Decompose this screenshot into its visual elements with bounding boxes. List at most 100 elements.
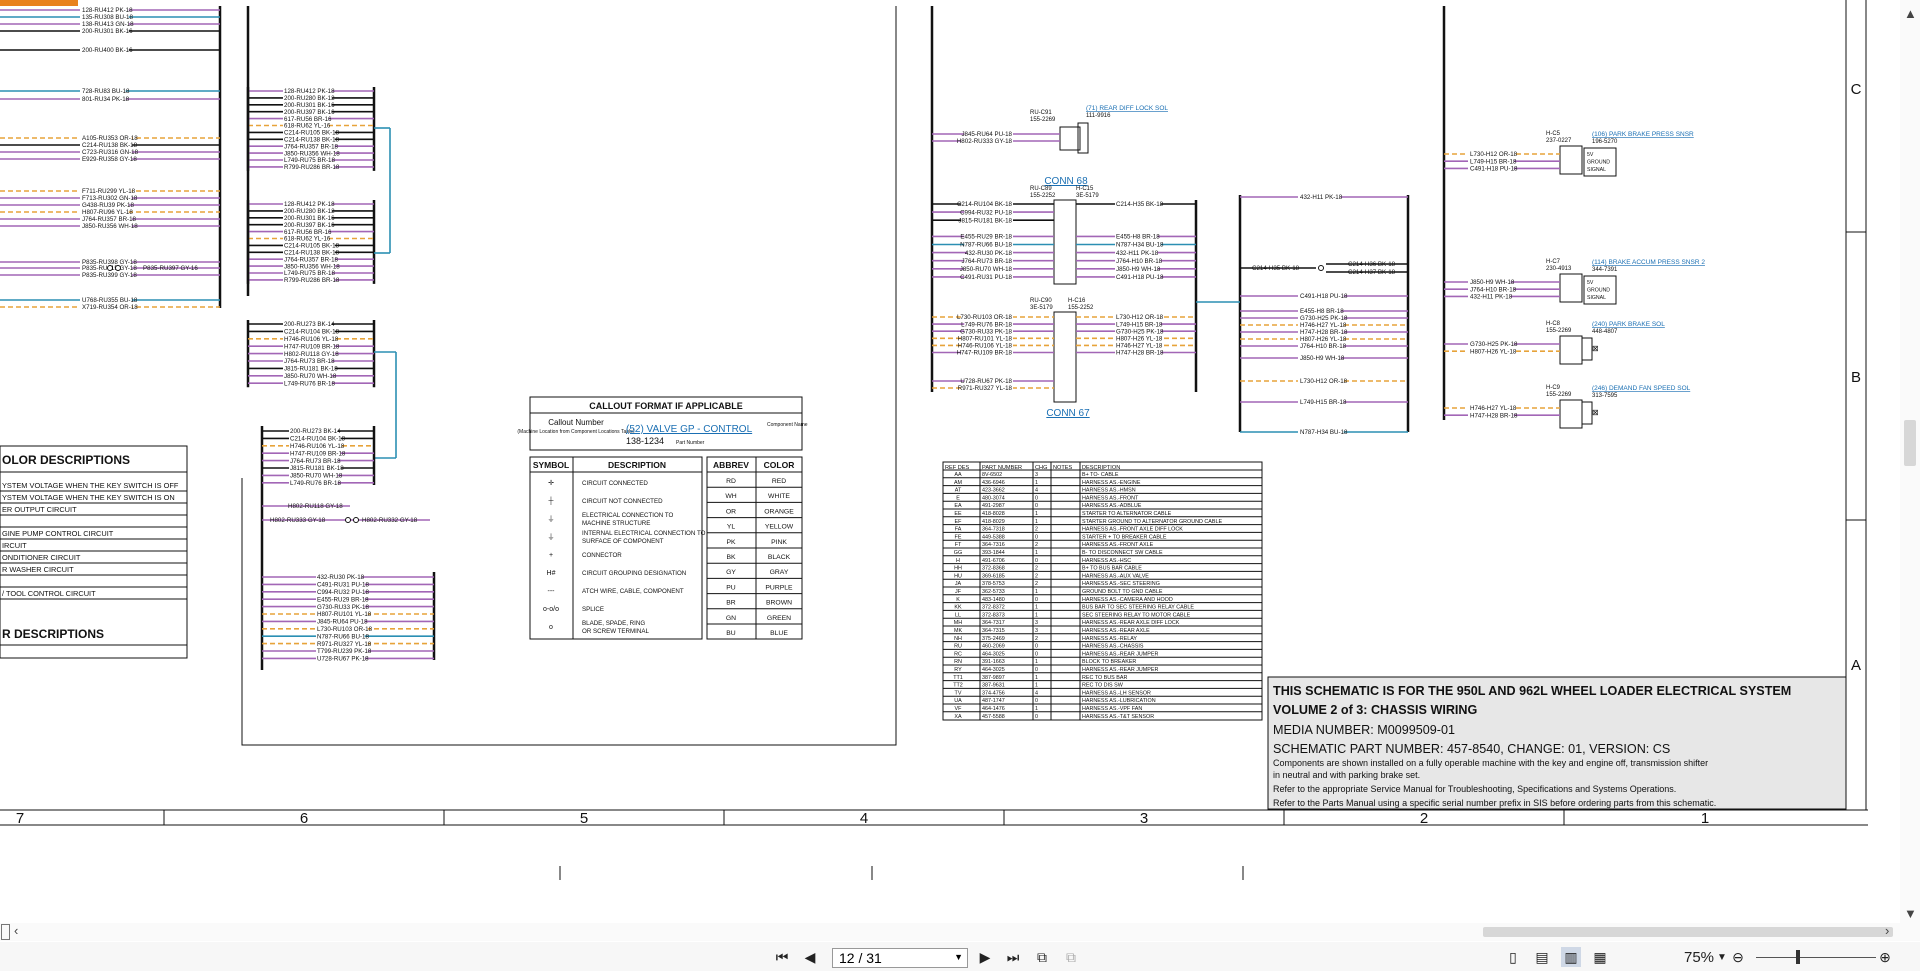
media-number: MEDIA NUMBER: M0099509-01 xyxy=(1273,723,1455,737)
vertical-scroll-thumb[interactable] xyxy=(1904,420,1916,466)
zoom-in-icon[interactable]: ⊕ xyxy=(1875,947,1895,967)
description-cell: ELECTRICAL CONNECTION TO xyxy=(582,512,674,519)
left-wire-label: 135-RU308 BU-18 xyxy=(82,14,133,21)
refdes-cell: 457-5588 xyxy=(982,714,1005,720)
refdes-cell: HARNESS AS.-FRONT AXLE DIFF LOCK xyxy=(1082,527,1183,533)
color-name-cell: BROWN xyxy=(766,600,792,607)
refdes-cell: 2 xyxy=(1035,636,1038,642)
conn67-right-wire-label: L730-H12 OR-18 xyxy=(1116,314,1164,321)
refdes-cell: HARNESS AS.-LH SENSOR xyxy=(1082,690,1151,696)
splice-icon xyxy=(353,517,359,523)
component-wire-label: L730-H12 OR-18 xyxy=(1470,151,1518,158)
abbrev-cell: GY xyxy=(726,569,736,576)
right-bus-label: L749-H15 BR-18 xyxy=(1300,399,1347,406)
callout-component-name: Component Name xyxy=(767,422,808,428)
refdes-cell: 364-7315 xyxy=(982,628,1005,634)
component-part: 313-7595 xyxy=(1592,393,1618,399)
splice-out-label: P835-RU397 GY-16 xyxy=(143,265,198,272)
previous-page-icon[interactable]: ◀ xyxy=(800,947,820,967)
refdes-cell: 369-6185 xyxy=(982,573,1005,579)
component-solenoid xyxy=(1581,401,1593,425)
mid-block-5-wire-label: C994-RU32 PU-18 xyxy=(317,589,369,596)
chevron-left-icon[interactable]: ‹ xyxy=(14,923,18,938)
next-page-icon[interactable]: ▶ xyxy=(975,947,995,967)
symbol-cell: ┼ xyxy=(548,496,554,506)
page-number-select[interactable]: 12 / 31 ▼ xyxy=(832,948,968,968)
book-view-icon[interactable]: ▦ xyxy=(1590,947,1610,967)
left-wire-label: 128-RU412 PK-18 xyxy=(82,7,133,14)
refdes-cell: B+ TO BUS BAR CABLE xyxy=(1082,566,1142,572)
two-page-view-icon[interactable]: ▥ xyxy=(1561,947,1581,967)
symbol-header: SYMBOL xyxy=(533,460,569,470)
right-bus-label: C214-H36 BK-18 xyxy=(1348,261,1396,268)
mid-block-4-wire-label: H746-RU106 YL-18 xyxy=(290,443,345,450)
refdes-cell: 364-7318 xyxy=(982,527,1005,533)
mid-block-5-wire-label: R971-RU327 YL-18 xyxy=(317,641,372,648)
refdes-cell: 372-8368 xyxy=(982,566,1005,572)
other-desc-title: R DESCRIPTIONS xyxy=(2,627,104,641)
zoom-level[interactable]: 75% xyxy=(1684,949,1714,966)
component-connector xyxy=(1559,273,1583,303)
refdes-cell: AA xyxy=(954,472,962,478)
color-name-cell: GRAY xyxy=(770,569,789,576)
horizontal-scroll-thumb[interactable] xyxy=(1483,927,1893,937)
component-pin: SIGNAL xyxy=(1587,167,1606,173)
mid-block-3-wire-label: C214-RU104 BK-18 xyxy=(284,329,340,336)
mid-block-5-wire-label: T799-RU239 PK-18 xyxy=(317,648,372,655)
color-name-cell: WHITE xyxy=(768,493,790,500)
conn67-left-wire-label: H807-RU101 YL-18 xyxy=(958,336,1013,343)
conn68-right-wire-label: C491-H18 PU-18 xyxy=(1116,274,1164,281)
grid-col-label: 3 xyxy=(1140,810,1148,827)
abbrev-cell: OR xyxy=(726,508,736,515)
conn68-left-wire-label: C994-RU32 PU-18 xyxy=(960,209,1012,216)
chevron-right-icon[interactable]: › xyxy=(1885,923,1889,938)
zoom-out-icon[interactable]: ⊖ xyxy=(1728,947,1748,967)
mid-block-5-wire-label: G730-RU33 PK-18 xyxy=(317,604,369,611)
conn68-left-wire-label: J764-RU73 BR-18 xyxy=(961,258,1012,265)
component-part: 448-4807 xyxy=(1592,329,1618,335)
single-page-view-icon[interactable]: ▯ xyxy=(1503,947,1523,967)
first-page-icon[interactable]: ⏮ xyxy=(772,947,792,967)
mid-splice-top: H802-RU118 GY-18 xyxy=(288,503,343,510)
scroll-down-icon[interactable]: ▼ xyxy=(1904,906,1917,921)
refdes-cell: B- TO DISCONNECT SW CABLE xyxy=(1082,550,1163,556)
color-desc-line: IRCUIT xyxy=(2,541,27,550)
conn67-left-wire-label: G730-RU33 PK-18 xyxy=(960,328,1012,335)
last-page-icon[interactable]: ⏭ xyxy=(1003,947,1023,967)
continuous-view-icon[interactable]: ▤ xyxy=(1532,947,1552,967)
mid-block-3-wire-label: H746-RU106 YL-18 xyxy=(284,336,339,343)
rear-diff-connector xyxy=(1059,126,1081,151)
symbol-cell: o xyxy=(549,624,553,631)
abbrev-cell: WH xyxy=(725,493,736,500)
refdes-cell: 1 xyxy=(1035,612,1038,618)
refdes-cell: STARTER + TO BREAKER CABLE xyxy=(1082,534,1167,540)
scroll-up-icon[interactable]: ▲ xyxy=(1904,6,1917,21)
abbrev-cell: YL xyxy=(727,524,736,531)
refdes-cell: B+ TO- CABLE xyxy=(1082,472,1119,478)
zoom-slider-handle[interactable] xyxy=(1796,950,1800,964)
refdes-cell: HARNESS AS.-LUBRICATION xyxy=(1082,698,1156,704)
refdes-cell: 483-1480 xyxy=(982,597,1005,603)
zoom-slider-track[interactable] xyxy=(1756,957,1876,958)
conn67-h-pn: 155-2252 xyxy=(1068,305,1094,311)
mid-block-3-wire-label: 200-RU273 BK-14 xyxy=(284,321,335,328)
refdes-cell: AT xyxy=(955,488,962,494)
component-pn: 155-2269 xyxy=(1546,392,1572,398)
refdes-cell: 0 xyxy=(1035,714,1038,720)
refdes-cell: TV xyxy=(955,690,962,696)
refdes-cell: HARNESS AS.-AUX VALVE xyxy=(1082,573,1149,579)
refdes-cell: FA xyxy=(955,527,962,533)
refdes-cell: 364-7316 xyxy=(982,542,1005,548)
component-id: H-C5 xyxy=(1546,131,1561,137)
sidebar-toggle-icon[interactable] xyxy=(1,924,10,940)
callout-example-link: (52) VALVE GP - CONTROL xyxy=(626,424,753,435)
splice-icon xyxy=(345,517,351,523)
copy-page-icon[interactable]: ⧉ xyxy=(1032,947,1052,967)
refdes-cell: 0 xyxy=(1035,558,1038,564)
refdes-cell: HARNESS AS.-ADBLUE xyxy=(1082,503,1142,509)
refdes-cell: 3 xyxy=(1035,628,1038,634)
color-desc-line: GINE PUMP CONTROL CIRCUIT xyxy=(2,529,114,538)
mid-block-5-wire-label: H807-RU101 YL-18 xyxy=(317,611,372,618)
paste-page-icon[interactable]: ⧉ xyxy=(1061,947,1081,967)
component-part: 196-5270 xyxy=(1592,139,1618,145)
